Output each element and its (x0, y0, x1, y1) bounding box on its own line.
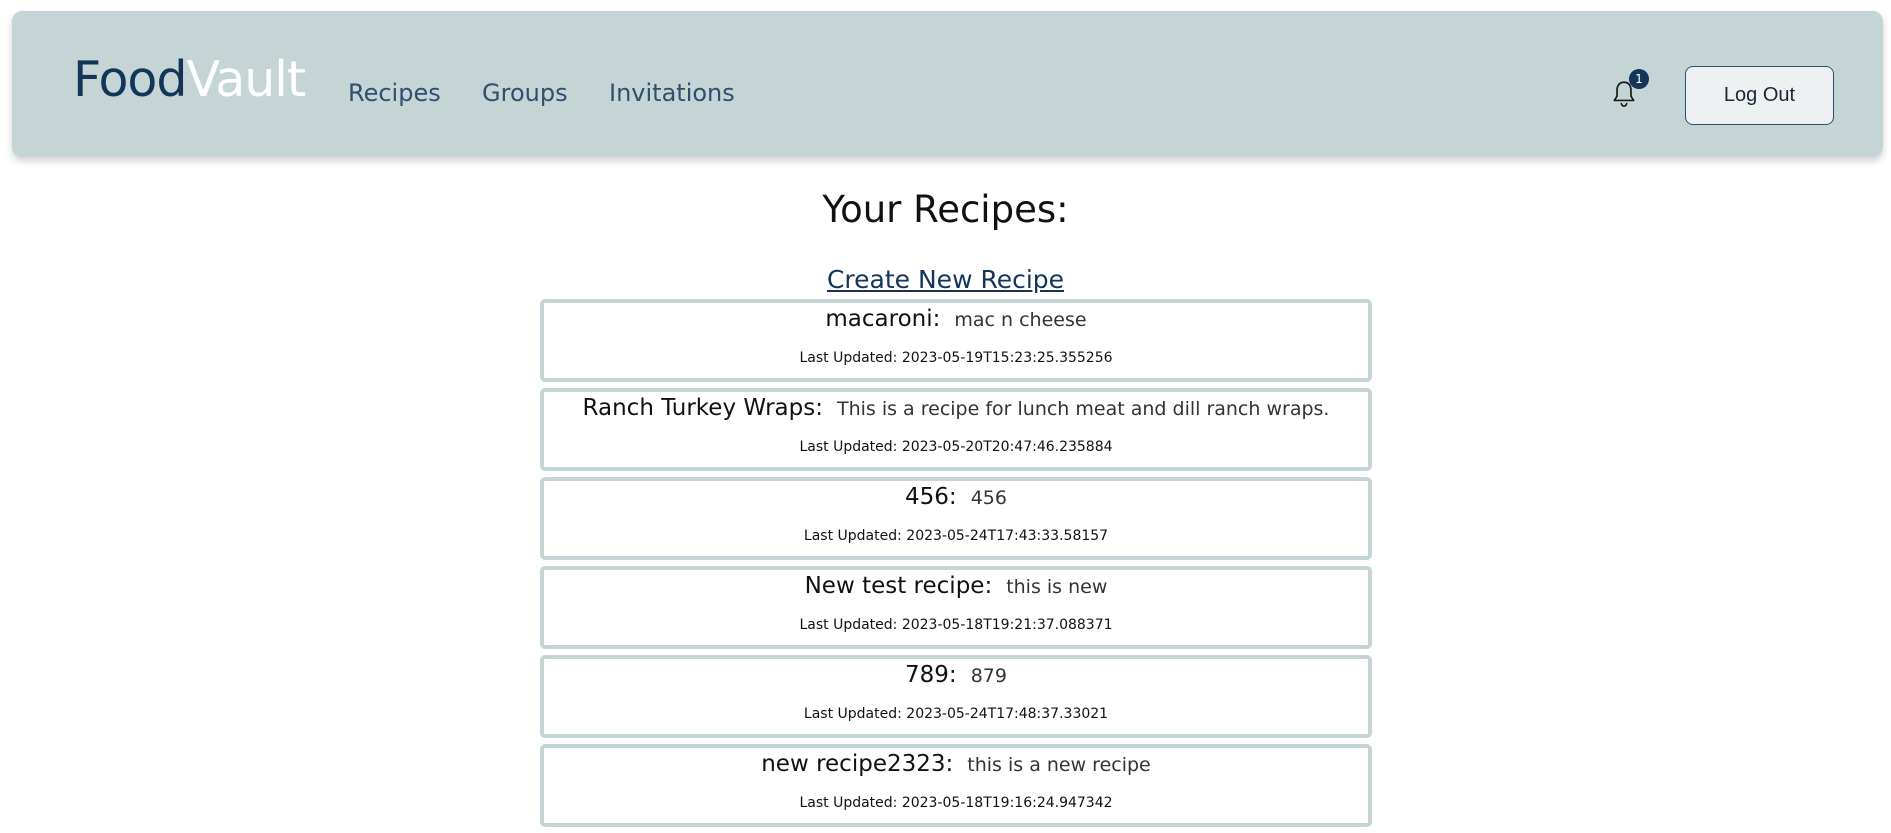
recipe-name: 789: (905, 662, 957, 688)
recipe-description: 456 (970, 487, 1007, 509)
recipe-last-updated: Last Updated: 2023-05-19T15:23:25.355256 (799, 350, 1113, 366)
recipe-description: This is a recipe for lunch meat and dill… (836, 398, 1330, 420)
recipe-heading: Ranch Turkey Wraps: This is a recipe for … (544, 395, 1368, 421)
recipe-name: Ranch Turkey Wraps: (582, 395, 823, 421)
recipe-heading: new recipe2323: this is a new recipe (544, 751, 1368, 777)
nav-link-groups[interactable]: Groups (482, 79, 568, 107)
brand-logo-part-vault: Vault (186, 51, 307, 108)
recipe-last-updated: Last Updated: 2023-05-20T20:47:46.235884 (799, 439, 1113, 455)
recipe-card[interactable]: macaroni: mac n cheese Last Updated: 2023… (540, 299, 1372, 382)
recipe-description: this is a new recipe (967, 754, 1151, 776)
recipe-heading: 456: 456 (544, 484, 1368, 510)
recipe-name: New test recipe: (804, 573, 993, 599)
recipe-last-updated: Last Updated: 2023-05-24T17:48:37.33021 (803, 706, 1109, 722)
recipe-card[interactable]: new recipe2323: this is a new recipe Last… (540, 744, 1372, 827)
recipe-card[interactable]: 789: 879 Last Updated: 2023-05-24T17:48:3… (540, 655, 1372, 738)
recipe-name: macaroni: (825, 306, 941, 332)
brand-logo[interactable]: FoodVault (73, 55, 306, 104)
top-navbar: FoodVault Recipes Groups Invitations 1 L… (12, 11, 1883, 157)
notification-count-badge: 1 (1629, 69, 1649, 89)
brand-logo-part-food: Food (73, 51, 187, 108)
recipe-card[interactable]: 456: 456 Last Updated: 2023-05-24T17:43:3… (540, 477, 1372, 560)
recipe-last-updated: Last Updated: 2023-05-18T19:21:37.088371 (799, 617, 1113, 633)
recipe-name: 456: (905, 484, 957, 510)
recipe-list: macaroni: mac n cheese Last Updated: 2023… (540, 299, 1372, 833)
nav-link-invitations[interactable]: Invitations (609, 79, 735, 107)
create-new-recipe-link[interactable]: Create New Recipe (827, 265, 1064, 294)
recipe-heading: 789: 879 (544, 662, 1368, 688)
recipe-description: 879 (970, 665, 1007, 687)
create-recipe-link-wrapper: Create New Recipe (0, 265, 1891, 294)
recipe-name: new recipe2323: (761, 751, 954, 777)
recipe-card[interactable]: New test recipe: this is new Last Updated… (540, 566, 1372, 649)
recipe-description: this is new (1006, 576, 1108, 598)
recipe-last-updated: Last Updated: 2023-05-24T17:43:33.58157 (803, 528, 1109, 544)
recipe-heading: macaroni: mac n cheese (544, 306, 1368, 332)
recipe-description: mac n cheese (954, 309, 1087, 331)
log-out-button[interactable]: Log Out (1685, 66, 1834, 125)
nav-link-recipes[interactable]: Recipes (348, 79, 441, 107)
recipe-last-updated: Last Updated: 2023-05-18T19:16:24.947342 (799, 795, 1113, 811)
recipe-card[interactable]: Ranch Turkey Wraps: This is a recipe for … (540, 388, 1372, 471)
page-title: Your Recipes: (822, 188, 1069, 231)
recipe-heading: New test recipe: this is new (544, 573, 1368, 599)
